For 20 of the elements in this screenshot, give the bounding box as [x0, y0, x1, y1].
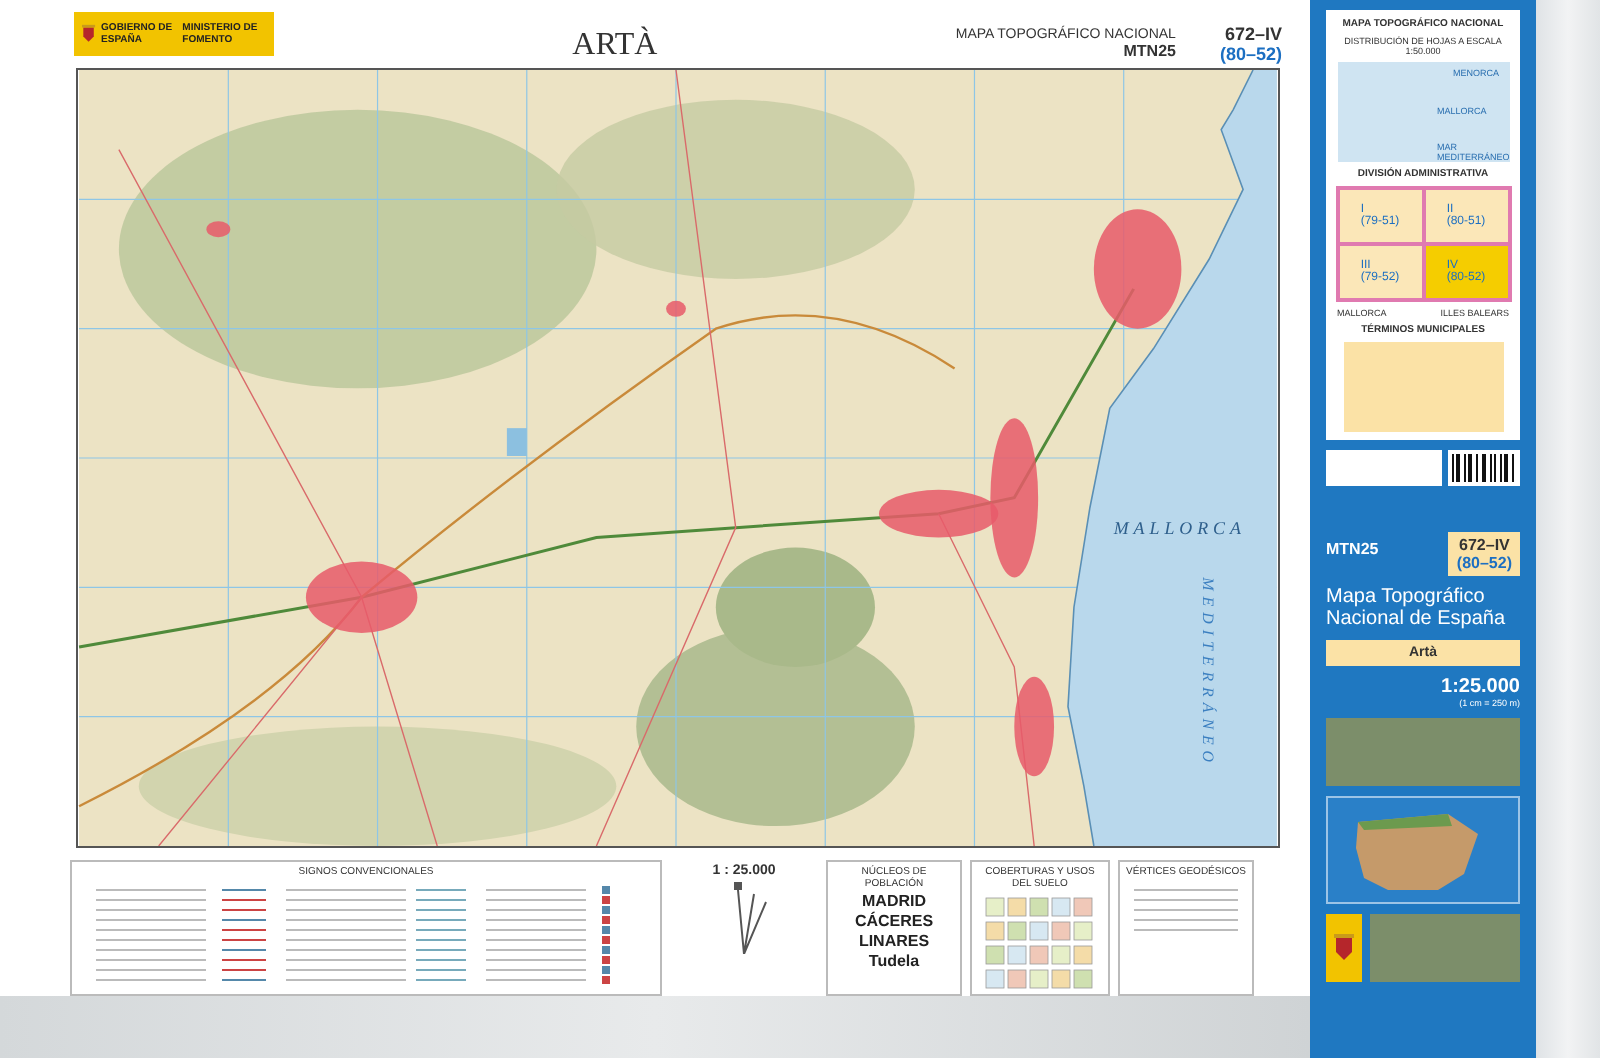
sheet-number: 672–IV [1224, 24, 1282, 44]
population-example: Tudela [868, 954, 920, 970]
series-code: MTN25 [1123, 42, 1176, 60]
sheet-title: ARTÀ [570, 24, 660, 64]
cover-sheet-number: 672–IV [1459, 536, 1510, 554]
info-label-box [1326, 450, 1442, 486]
barcode-drawing [1448, 450, 1520, 486]
sea-label: MEDITERRÁNEO [1199, 577, 1218, 769]
population-example: MADRID [862, 894, 926, 910]
coat-of-arms-icon [82, 20, 96, 48]
coat-of-arms-icon [1334, 934, 1354, 962]
population-example: LINARES [858, 934, 930, 950]
cover-series-code: MTN25 [1326, 538, 1379, 558]
region-label: MALLORCA [1113, 517, 1246, 538]
land-cover-swatches-drawing [982, 894, 1098, 990]
cover-scale: 1:25.000 [1441, 676, 1520, 698]
cover-sheet-grid: (80–52) [1456, 554, 1512, 572]
sheet-grid-code: (80–52) [1219, 44, 1282, 64]
population-example: CÁCERES [854, 914, 934, 930]
cover-title: Mapa Topográfico Nacional de España [1326, 586, 1508, 630]
